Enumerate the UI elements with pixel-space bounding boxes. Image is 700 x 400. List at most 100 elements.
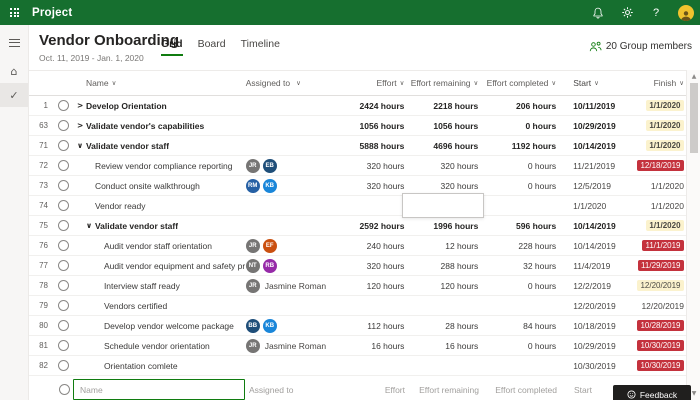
menu-hamburger-icon[interactable]	[0, 31, 28, 55]
effort-completed-cell[interactable]	[478, 296, 556, 315]
finish-date-cell[interactable]: 12/20/2019	[634, 296, 686, 315]
account-avatar[interactable]	[678, 4, 694, 21]
assigned-to-cell[interactable]	[245, 136, 357, 155]
finish-date-cell[interactable]: 1/1/2020	[634, 136, 686, 155]
effort-completed-cell[interactable]: 32 hours	[478, 256, 556, 275]
effort-remaining-cell[interactable]	[404, 356, 478, 375]
assigned-to-cell[interactable]	[245, 216, 357, 235]
finish-date-cell[interactable]: 12/18/2019	[634, 156, 686, 175]
task-name-cell[interactable]: ∨ Validate vendor staff	[73, 216, 245, 235]
effort-cell[interactable]: 112 hours	[357, 316, 404, 335]
task-name-cell[interactable]: Audit vendor equipment and safety proce.…	[73, 256, 245, 275]
start-date-cell[interactable]: 11/4/2019	[570, 256, 634, 275]
new-effort-cell[interactable]: Effort	[357, 376, 405, 400]
new-task-name-input[interactable]	[73, 379, 245, 400]
selected-cell-outline[interactable]	[402, 193, 485, 218]
assigned-to-cell[interactable]	[245, 96, 357, 115]
effort-cell[interactable]: 320 hours	[357, 176, 405, 195]
effort-completed-cell[interactable]: 0 hours	[478, 176, 556, 195]
finish-date-cell[interactable]: 1/1/2020	[634, 196, 686, 215]
select-task-checkbox[interactable]	[58, 200, 70, 211]
select-task-checkbox[interactable]	[58, 220, 70, 231]
select-task-checkbox[interactable]	[58, 160, 70, 171]
effort-completed-cell[interactable]: 228 hours	[478, 236, 556, 255]
effort-completed-cell[interactable]: 0 hours	[478, 116, 556, 135]
column-header-effort[interactable]: Effort ∨	[357, 71, 405, 95]
assigned-to-cell[interactable]	[245, 196, 357, 215]
finish-date-cell[interactable]: 10/30/2019	[634, 336, 686, 355]
effort-cell[interactable]	[357, 356, 405, 375]
start-date-cell[interactable]: 10/18/2019	[570, 316, 634, 335]
start-date-cell[interactable]: 10/29/2019	[570, 336, 634, 355]
new-task-checkbox[interactable]	[58, 384, 70, 395]
effort-completed-cell[interactable]: 206 hours	[478, 96, 556, 115]
settings-gear-icon[interactable]	[620, 6, 634, 20]
select-task-checkbox[interactable]	[58, 260, 70, 271]
new-effort-remaining-cell[interactable]: Effort remaining	[405, 376, 479, 400]
notifications-bell-icon[interactable]	[591, 6, 605, 20]
select-task-checkbox[interactable]	[58, 100, 70, 111]
effort-cell[interactable]: 2424 hours	[357, 96, 405, 115]
effort-cell[interactable]: 5888 hours	[357, 136, 405, 155]
expand-chevron-icon[interactable]: >	[77, 121, 86, 130]
select-task-checkbox[interactable]	[58, 140, 70, 151]
finish-date-cell[interactable]: 1/1/2020	[634, 176, 686, 195]
collapse-chevron-icon[interactable]: ∨	[77, 141, 86, 150]
select-task-checkbox[interactable]	[58, 340, 70, 351]
start-date-cell[interactable]: 10/14/2019	[570, 236, 634, 255]
effort-remaining-cell[interactable]: 16 hours	[404, 336, 478, 355]
assigned-to-cell[interactable]: JR Jasmine Roman	[245, 276, 357, 295]
effort-cell[interactable]: 320 hours	[357, 156, 405, 175]
task-name-cell[interactable]: > Validate vendor's capabilities	[73, 116, 245, 135]
task-name-cell[interactable]: Review vendor compliance reporting	[73, 156, 245, 175]
finish-date-cell[interactable]: 1/1/2020	[634, 96, 686, 115]
effort-remaining-cell[interactable]: 1996 hours	[404, 216, 478, 235]
effort-remaining-cell[interactable]	[404, 296, 478, 315]
task-name-cell[interactable]: Schedule vendor orientation	[73, 336, 245, 355]
tab-timeline[interactable]: Timeline	[241, 38, 280, 56]
task-name-cell[interactable]: Interview staff ready	[73, 276, 245, 295]
effort-cell[interactable]	[357, 196, 405, 215]
start-date-cell[interactable]: 1/1/2020	[570, 196, 634, 215]
start-date-cell[interactable]: 12/20/2019	[570, 296, 634, 315]
task-name-cell[interactable]: ∨ Validate vendor staff	[73, 136, 245, 155]
assigned-to-cell[interactable]	[245, 356, 357, 375]
effort-completed-cell[interactable]: 596 hours	[478, 216, 556, 235]
assigned-to-cell[interactable]: JR EB	[245, 156, 357, 175]
finish-date-cell[interactable]: 10/28/2019	[634, 316, 686, 335]
effort-completed-cell[interactable]: 84 hours	[478, 316, 556, 335]
effort-cell[interactable]	[357, 296, 405, 315]
start-date-cell[interactable]: 10/14/2019	[570, 136, 634, 155]
start-date-cell[interactable]: 10/29/2019	[570, 116, 634, 135]
start-date-cell[interactable]: 10/30/2019	[570, 356, 634, 375]
effort-cell[interactable]: 240 hours	[357, 236, 405, 255]
column-header-name[interactable]: Name ∨	[73, 71, 245, 95]
group-members-button[interactable]: 20 Group members	[589, 41, 692, 52]
effort-cell[interactable]: 1056 hours	[357, 116, 405, 135]
effort-completed-cell[interactable]: 0 hours	[478, 276, 556, 295]
start-date-cell[interactable]: 12/5/2019	[570, 176, 634, 195]
assigned-to-cell[interactable]: NT RB	[245, 256, 357, 275]
finish-date-cell[interactable]: 12/20/2019	[634, 276, 686, 295]
start-date-cell[interactable]: 10/14/2019	[570, 216, 634, 235]
assigned-to-cell[interactable]: JR Jasmine Roman	[245, 336, 357, 355]
effort-remaining-cell[interactable]: 320 hours	[404, 156, 478, 175]
select-task-checkbox[interactable]	[58, 360, 70, 371]
assigned-to-cell[interactable]: RM KB	[245, 176, 357, 195]
tab-board[interactable]: Board	[198, 38, 226, 56]
tasks-check-icon[interactable]: ✓	[0, 83, 28, 107]
collapse-chevron-icon[interactable]: ∨	[86, 221, 95, 230]
finish-date-cell[interactable]: 1/1/2020	[634, 116, 686, 135]
column-header-start[interactable]: Start ∨	[570, 71, 634, 95]
start-date-cell[interactable]: 12/2/2019	[570, 276, 634, 295]
task-name-cell[interactable]: Develop vendor welcome package	[73, 316, 245, 335]
effort-remaining-cell[interactable]: 288 hours	[404, 256, 479, 275]
effort-remaining-cell[interactable]	[402, 193, 485, 218]
scroll-up-button[interactable]: ▲	[687, 73, 700, 80]
effort-remaining-cell[interactable]: 4696 hours	[404, 136, 478, 155]
finish-date-cell[interactable]: 11/29/2019	[634, 256, 686, 275]
effort-remaining-cell[interactable]: 120 hours	[404, 276, 479, 295]
task-name-cell[interactable]: Orientation comlete	[73, 356, 245, 375]
start-date-cell[interactable]: 11/21/2019	[570, 156, 634, 175]
task-name-cell[interactable]: Audit vendor staff orientation	[73, 236, 245, 255]
